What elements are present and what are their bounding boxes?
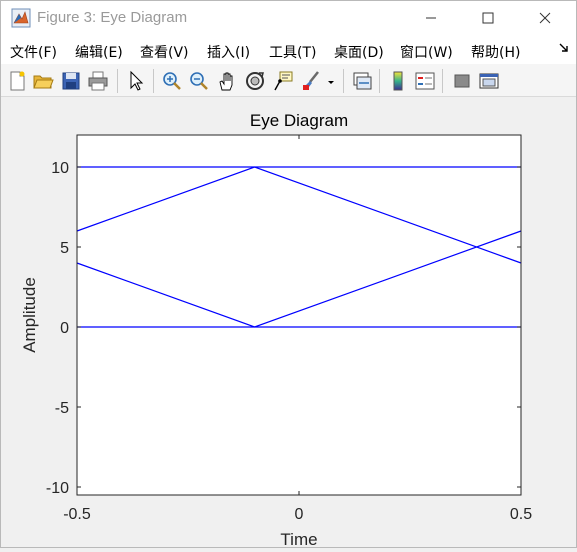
toolbar-separator — [442, 69, 443, 93]
y-tick-label: -10 — [46, 480, 69, 497]
open-file-icon[interactable] — [32, 70, 54, 92]
menu-file[interactable]: 文件(F) — [10, 42, 57, 62]
save-icon[interactable] — [60, 70, 82, 92]
data-cursor-icon[interactable] — [272, 70, 294, 92]
toolbar-separator — [153, 69, 154, 93]
close-icon — [539, 12, 551, 23]
y-axis-label: Amplitude — [20, 277, 39, 353]
zoom-out-icon[interactable] — [188, 70, 210, 92]
figure-toolbar — [1, 64, 576, 97]
figure-canvas[interactable]: -0.5 0 0.5 -10 -5 0 5 10 Eye Diagram Time Ampli… — [1, 97, 576, 549]
toolbar-separator — [343, 69, 344, 93]
minimize-icon — [426, 17, 436, 18]
link-plot-icon[interactable] — [351, 70, 373, 92]
zoom-in-icon[interactable] — [161, 70, 183, 92]
print-icon[interactable] — [87, 70, 109, 92]
menu-tools[interactable]: 工具(T) — [269, 42, 316, 62]
brush-dropdown-icon[interactable] — [324, 70, 338, 92]
chart-title: Eye Diagram — [250, 111, 348, 130]
minimize-button[interactable] — [408, 1, 454, 34]
eye-diagram-plot[interactable]: -0.5 0 0.5 -10 -5 0 5 10 Eye Diagram Time Ampli… — [1, 97, 576, 549]
x-tick-label: 0.5 — [510, 506, 532, 523]
show-plot-tools-icon[interactable] — [478, 70, 500, 92]
menu-view[interactable]: 查看(V) — [140, 42, 189, 62]
axes-background — [77, 135, 521, 495]
x-tick-label: 0 — [295, 506, 304, 523]
x-tick-label: -0.5 — [63, 506, 91, 523]
x-axis-label: Time — [280, 530, 317, 547]
maximize-button[interactable] — [465, 1, 511, 34]
maximize-icon — [482, 12, 494, 23]
pan-hand-icon[interactable] — [216, 70, 238, 92]
brush-icon[interactable] — [300, 70, 322, 92]
menu-desktop[interactable]: 桌面(D) — [334, 42, 384, 62]
legend-icon[interactable] — [414, 70, 436, 92]
y-tick-label: -5 — [55, 400, 69, 417]
new-figure-icon[interactable] — [6, 70, 28, 92]
y-tick-label: 10 — [51, 160, 69, 177]
rotate-3d-icon[interactable] — [244, 70, 266, 92]
title-bar[interactable]: Figure 3: Eye Diagram — [1, 1, 576, 34]
figure-window: Figure 3: Eye Diagram 文件(F) 编辑(E) 查看(V) … — [0, 0, 577, 549]
menu-window[interactable]: 窗口(W) — [400, 42, 453, 62]
close-button[interactable] — [522, 1, 568, 34]
dock-arrow-icon[interactable] — [558, 42, 570, 54]
select-arrow-icon[interactable] — [125, 70, 147, 92]
toolbar-separator — [379, 69, 380, 93]
y-tick-label: 5 — [60, 240, 69, 257]
colorbar-icon[interactable] — [387, 70, 409, 92]
window-title: Figure 3: Eye Diagram — [37, 9, 188, 26]
menu-help[interactable]: 帮助(H) — [471, 42, 520, 62]
y-tick-label: 0 — [60, 320, 69, 337]
menu-insert[interactable]: 插入(I) — [207, 42, 250, 62]
hide-plot-tools-icon[interactable] — [451, 70, 473, 92]
menu-edit[interactable]: 编辑(E) — [75, 42, 123, 62]
toolbar-separator — [117, 69, 118, 93]
menu-bar: 文件(F) 编辑(E) 查看(V) 插入(I) 工具(T) 桌面(D) 窗口(W… — [1, 34, 576, 64]
matlab-app-icon — [11, 8, 31, 28]
